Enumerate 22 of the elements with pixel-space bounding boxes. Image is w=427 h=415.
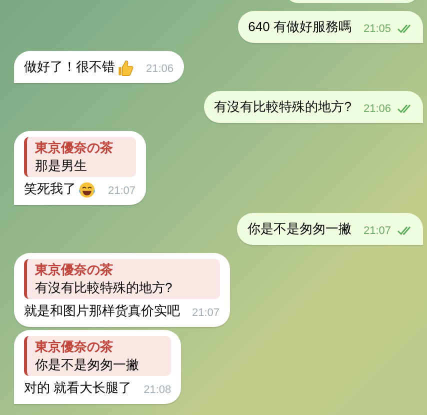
message-text: 640 有做好服務嗎 [248,18,352,36]
message-time: 21:07 [363,224,391,239]
message-time: 21:05 [363,22,391,37]
message-text: 对的 就看大长腿了 [24,379,132,397]
thumbs-up-icon [116,59,134,77]
reply-text: 有沒有比較特殊的地方? [35,279,174,297]
message-time: 21:07 [108,184,136,199]
message-time: 21:06 [146,62,174,77]
reply-author: 東京優奈の茶 [35,261,114,279]
message-text: 笑死我了 [24,180,76,198]
reply-text: 那是男生 [35,157,88,175]
message-text: 就是和图片那样货真价实吧 [24,302,180,320]
message-time: 21:08 [144,383,172,398]
reply-author: 東京優奈の茶 [35,338,114,356]
reply-author: 東京優奈の茶 [35,139,114,157]
laughing-emoji-icon [78,181,96,199]
message-text: 有沒有比較特殊的地方? [214,98,352,116]
message-text: 做好了！很不错 [24,58,115,76]
message-time: 21:06 [363,102,391,117]
message-time: 21:07 [192,306,220,321]
message-text: 你是不是匆匆一撇 [247,220,352,238]
reply-text: 你是不是匆匆一撇 [35,356,140,374]
